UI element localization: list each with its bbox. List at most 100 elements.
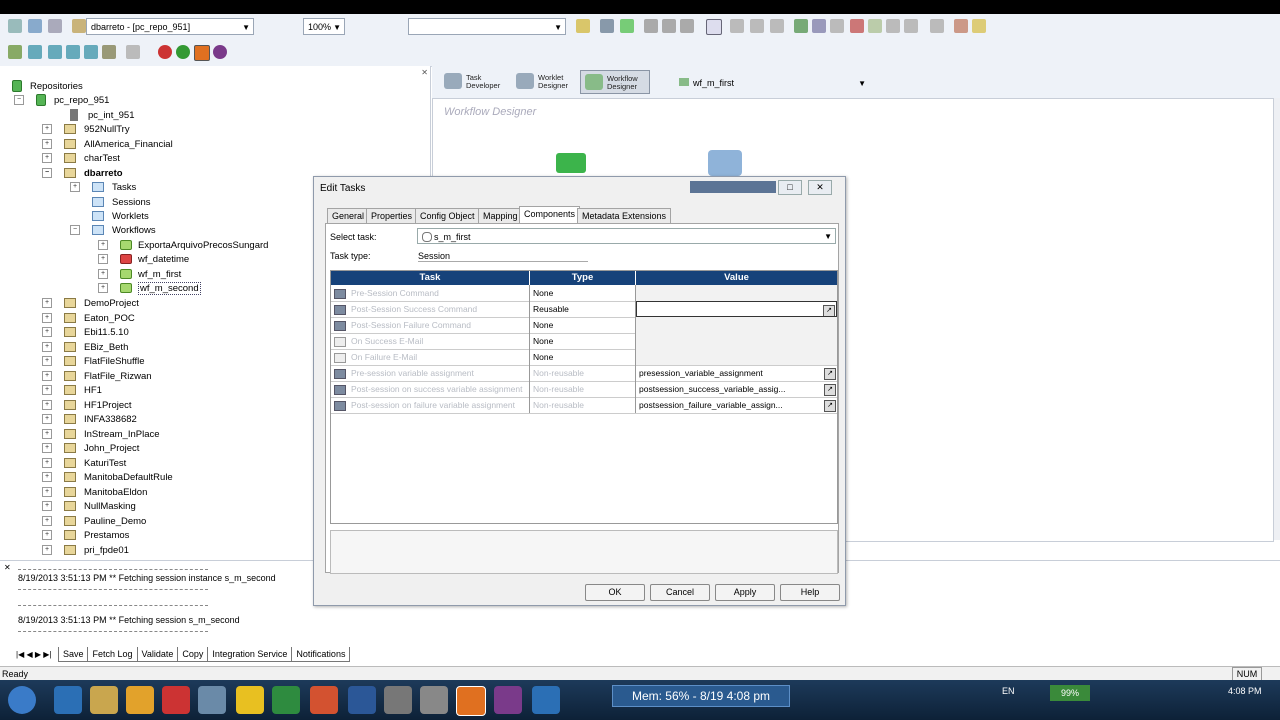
expand-icon[interactable]: + [42,472,52,483]
arrow-down-icon[interactable] [680,19,694,33]
refresh-icon[interactable] [48,19,62,33]
tool-icon[interactable] [830,19,844,33]
session-task-icon[interactable] [708,150,742,176]
tab-general[interactable]: General [327,208,370,223]
task-cell[interactable]: Post-session on failure variable assignm… [331,397,530,413]
tool-icon[interactable] [28,45,42,59]
tool-icon[interactable] [972,19,986,33]
start-task-icon[interactable] [556,153,586,173]
start-button-icon[interactable] [8,686,36,714]
tool-icon[interactable] [102,45,116,59]
table-row[interactable]: Pre-session variable assignment Non-reusa… [331,365,837,382]
tool-icon[interactable] [66,45,80,59]
value-cell[interactable] [636,349,837,365]
zoom-combo[interactable]: 100% ▼ [303,18,345,35]
tree-folder[interactable]: + EBiz_Beth [42,341,128,355]
type-cell[interactable]: Reusable [530,301,636,317]
tab-notifications[interactable]: Notifications [291,647,351,662]
tree-folder[interactable]: + Ebi11.5.10 [42,326,129,340]
select-task-combo[interactable]: s_m_first ▼ [417,228,836,244]
tool-icon[interactable] [850,19,864,33]
value-cell[interactable]: ↗ [636,301,837,317]
tree-folder[interactable]: + INFA338682 [42,413,137,427]
tree-folder[interactable]: + HF1 [42,384,102,398]
tool-icon[interactable] [812,19,826,33]
value-cell[interactable] [636,333,837,349]
search-icon[interactable] [600,19,614,33]
tree-repo[interactable]: − pc_repo_951 [14,94,109,108]
table-row[interactable]: On Success E-Mail None [331,333,837,350]
designer-icon[interactable] [176,45,190,59]
app-icon[interactable] [384,686,412,714]
expand-icon[interactable]: + [42,385,52,396]
tab-metadata-extensions[interactable]: Metadata Extensions [577,208,672,223]
collapse-icon[interactable]: − [14,95,24,106]
value-cell[interactable] [636,285,837,301]
language-indicator[interactable]: EN [1002,686,1015,696]
schedule-icon[interactable] [662,19,676,33]
expand-icon[interactable]: + [70,182,80,193]
close-output-icon[interactable]: ✕ [4,563,11,572]
expand-icon[interactable]: + [42,530,52,541]
app-icon[interactable] [162,686,190,714]
tool-icon[interactable] [794,19,808,33]
task-cell[interactable]: Pre-Session Command [331,285,530,301]
app-icon[interactable] [420,686,448,714]
workflow-combo[interactable]: wf_m_first ▼ [674,74,870,91]
tab-copy[interactable]: Copy [177,647,209,662]
cancel-button[interactable]: Cancel [650,584,710,601]
expand-icon[interactable]: + [98,254,108,265]
workflow-manager-icon[interactable] [194,45,210,61]
edit-icon[interactable]: ↗ [824,368,836,380]
type-cell[interactable]: None [530,317,636,333]
tab-worklet-designer[interactable]: Worklet Designer [512,70,578,94]
powerpoint-icon[interactable] [310,686,338,714]
table-row[interactable]: Post-Session Success Command Reusable ↗ [331,301,837,318]
value-cell[interactable]: postsession_success_variable_assig... ↗ [636,381,837,397]
tree-folder[interactable]: + ManitobaDefaultRule [42,471,173,485]
tab-save[interactable]: Save [57,647,89,662]
expand-icon[interactable]: + [42,153,52,164]
tree-folder[interactable]: +952NullTry [42,123,130,137]
apply-button[interactable]: Apply [715,584,775,601]
type-cell[interactable]: None [530,333,636,349]
battery-indicator[interactable]: 99% [1050,685,1090,701]
tab-fetch-log[interactable]: Fetch Log [87,647,138,662]
tree-folder[interactable]: + HF1Project [42,399,132,413]
expand-icon[interactable]: + [42,515,52,526]
task-cell[interactable]: Post-Session Success Command [331,301,530,317]
tree-folder-open[interactable]: − dbarreto [42,167,123,181]
table-row[interactable]: Post-session on success variable assignm… [331,381,837,398]
tool-icon[interactable] [904,19,918,33]
maximize-icon[interactable]: □ [778,180,802,195]
repository-combo[interactable]: dbarreto - [pc_repo_951] ▼ [86,18,254,35]
table-row[interactable]: Post-Session Failure Command None [331,317,837,334]
tool-icon[interactable] [750,19,764,33]
tab-mapping[interactable]: Mapping [478,208,523,223]
clock[interactable]: 4:08 PM [1228,686,1262,696]
expand-icon[interactable]: + [42,544,52,555]
word-icon[interactable] [348,686,376,714]
tree-subfolder[interactable]: − Workflows [70,224,156,238]
tool-icon[interactable] [930,19,944,33]
tree-root[interactable]: Repositories [12,80,83,94]
expand-icon[interactable]: + [42,370,52,381]
media-icon[interactable] [126,686,154,714]
close-pane-icon[interactable]: ✕ [421,68,428,77]
table-row[interactable]: On Failure E-Mail None [331,349,837,366]
tab-components[interactable]: Components [519,206,581,224]
type-cell[interactable]: None [530,349,636,365]
tool-icon[interactable] [868,19,882,33]
tree-folder[interactable]: + AllAmerica_Financial [42,138,173,152]
value-cell[interactable] [636,317,837,333]
tree-subfolder[interactable]: +Worklets [70,210,149,224]
expand-icon[interactable]: + [98,269,108,280]
expand-icon[interactable]: + [42,399,52,410]
excel-icon[interactable] [272,686,300,714]
pointer-icon[interactable] [706,19,722,35]
task-cell[interactable]: On Success E-Mail [331,333,530,349]
expand-icon[interactable]: + [42,139,52,150]
tree-folder[interactable]: + FlatFileShuffle [42,355,145,369]
expand-icon[interactable]: + [42,414,52,425]
value-cell[interactable]: presession_variable_assignment ↗ [636,365,837,381]
